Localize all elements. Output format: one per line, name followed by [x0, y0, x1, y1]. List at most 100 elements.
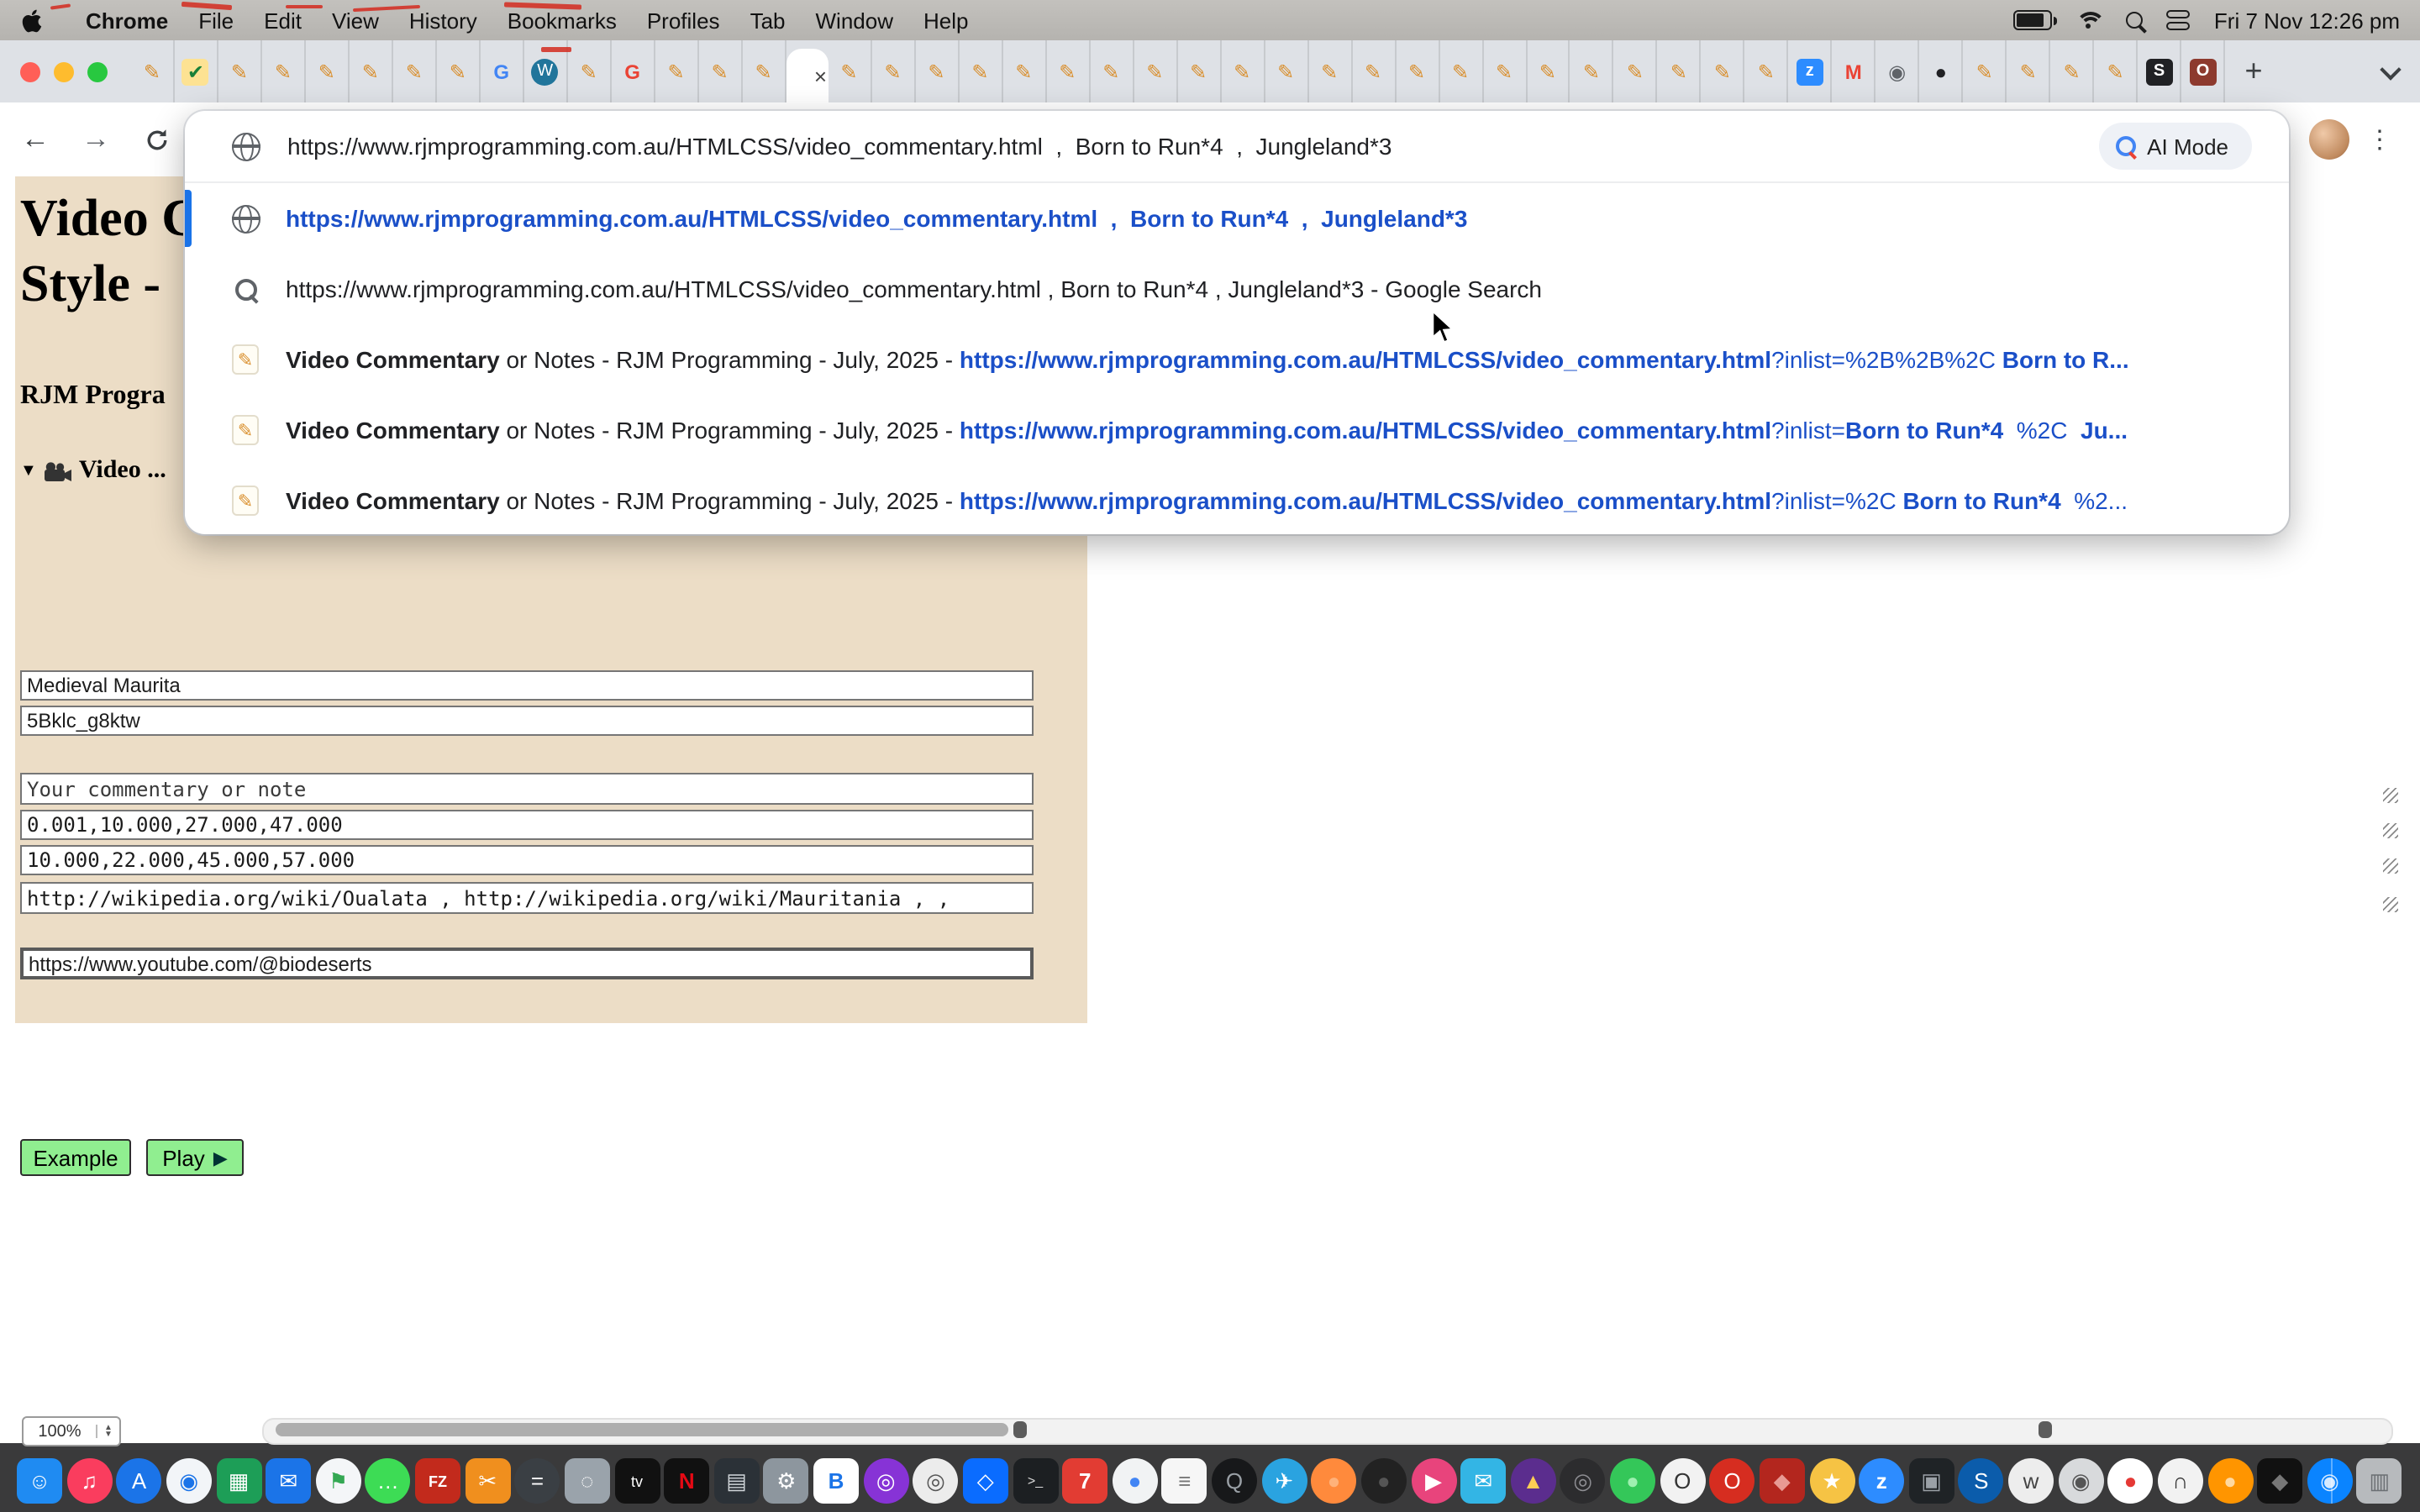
dock-app-icon[interactable]: A [117, 1458, 162, 1504]
resize-grip-icon[interactable] [2383, 788, 2398, 803]
end-times-input[interactable] [20, 845, 1034, 875]
url-input[interactable]: https://www.rjmprogramming.com.au/HTMLCS… [287, 133, 2289, 160]
dock-app-icon[interactable]: Q [1212, 1458, 1257, 1504]
video-title-input[interactable] [20, 670, 1034, 701]
details-summary[interactable]: ▼ Video ... [20, 457, 166, 486]
browser-tab[interactable]: M [1833, 40, 1876, 102]
reload-button[interactable] [131, 114, 182, 165]
menu-item-history[interactable]: History [394, 8, 492, 33]
dock-app-icon[interactable]: ◎ [863, 1458, 908, 1504]
dock-app-icon[interactable]: O [1660, 1458, 1705, 1504]
browser-tab[interactable]: ✎ [1046, 40, 1090, 102]
play-button[interactable]: Play ▶ [146, 1139, 244, 1176]
browser-tab[interactable]: ✎ [1352, 40, 1396, 102]
suggestion-row-history-2[interactable]: Video Commentary or Notes - RJM Programm… [185, 395, 2289, 465]
dock-app-icon[interactable]: ♫ [66, 1458, 112, 1504]
example-button[interactable]: Example [20, 1139, 131, 1176]
dock-app-icon[interactable]: ● [1610, 1458, 1655, 1504]
dock-app-icon[interactable]: w [2008, 1458, 2054, 1504]
browser-tab[interactable]: ✎ [2095, 40, 2139, 102]
disclosure-triangle-icon[interactable]: ▼ [20, 462, 37, 480]
menu-item-help[interactable]: Help [908, 8, 984, 33]
menu-item-file[interactable]: File [183, 8, 249, 33]
browser-tab[interactable]: ✎ [1570, 40, 1614, 102]
channel-url-input[interactable] [20, 948, 1034, 979]
dock-app-icon[interactable]: ● [1113, 1458, 1158, 1504]
dock-app-icon[interactable]: S [1959, 1458, 2004, 1504]
browser-tab[interactable]: ✎ [1702, 40, 1745, 102]
browser-tab[interactable]: ✎ [437, 40, 481, 102]
start-times-input[interactable] [20, 810, 1034, 840]
dock-app-icon[interactable]: O [1710, 1458, 1755, 1504]
dock-app-icon[interactable]: >_ [1013, 1458, 1058, 1504]
menu-item-edit[interactable]: Edit [249, 8, 317, 33]
links-textarea[interactable] [20, 882, 1034, 914]
dock-app-icon[interactable]: ● [2207, 1458, 2253, 1504]
dock-app-icon[interactable]: … [366, 1458, 411, 1504]
resize-grip-icon[interactable] [2383, 897, 2398, 912]
browser-tab[interactable]: ✎ [1527, 40, 1570, 102]
dock-app-icon[interactable]: ▲ [1511, 1458, 1556, 1504]
control-center-icon[interactable] [2167, 10, 2191, 30]
suggestion-row-url[interactable]: https://www.rjmprogramming.com.au/HTMLCS… [185, 183, 2289, 254]
video-id-input[interactable] [20, 706, 1034, 736]
dock-app-icon[interactable]: ◌ [565, 1458, 610, 1504]
browser-tab[interactable]: ✎ [2051, 40, 2095, 102]
menu-item-bookmarks[interactable]: Bookmarks [492, 8, 632, 33]
ai-mode-button[interactable]: AI Mode [2098, 123, 2252, 170]
dock-app-icon[interactable]: ✂ [465, 1458, 510, 1504]
dock-app-icon[interactable]: FZ [415, 1458, 460, 1504]
browser-tab[interactable]: G [481, 40, 524, 102]
browser-tab[interactable]: ✎ [743, 40, 786, 102]
dock-app-icon[interactable]: tv [614, 1458, 660, 1504]
menu-item-window[interactable]: Window [801, 8, 909, 33]
zoom-stepper[interactable]: ▲▼ [96, 1425, 119, 1438]
browser-tab[interactable]: ✎ [915, 40, 959, 102]
browser-tab[interactable]: ✎ [1614, 40, 1658, 102]
browser-tab[interactable]: ✎ [1090, 40, 1134, 102]
horizontal-scrollbar[interactable] [262, 1418, 2393, 1445]
tab-search-chevron-icon[interactable] [2376, 59, 2403, 86]
suggestion-row-search[interactable]: https://www.rjmprogramming.com.au/HTMLCS… [185, 254, 2289, 324]
browser-tab[interactable]: ✎ [829, 40, 872, 102]
dock-app-icon[interactable]: ● [1312, 1458, 1357, 1504]
dock-app-icon[interactable]: N [664, 1458, 709, 1504]
menu-item-profiles[interactable]: Profiles [632, 8, 735, 33]
browser-tab[interactable]: × [786, 49, 829, 102]
browser-tab[interactable]: ✎ [1439, 40, 1483, 102]
browser-tab[interactable]: ✎ [1308, 40, 1352, 102]
wifi-icon[interactable] [2076, 10, 2103, 30]
suggestion-row-history-3[interactable]: Video Commentary or Notes - RJM Programm… [185, 465, 2289, 534]
dock-app-icon[interactable]: ◇ [963, 1458, 1008, 1504]
dock-app-icon[interactable]: ◎ [913, 1458, 959, 1504]
browser-tab[interactable]: ◉ [1876, 40, 1920, 102]
dock-app-icon[interactable]: ◎ [1560, 1458, 1606, 1504]
dock-app-icon[interactable]: ● [1361, 1458, 1407, 1504]
suggestion-row-history-1[interactable]: Video Commentary or Notes - RJM Programm… [185, 324, 2289, 395]
dock-app-icon[interactable]: ⚑ [316, 1458, 361, 1504]
dock-app-icon[interactable]: ▣ [1909, 1458, 1954, 1504]
browser-tab[interactable]: ● [1920, 40, 1964, 102]
dock-app-icon[interactable]: ◉ [2307, 1458, 2353, 1504]
browser-tab[interactable]: O [2182, 40, 2225, 102]
menu-bar-clock[interactable]: Fri 7 Nov 12:26 pm [2214, 8, 2400, 33]
browser-tab[interactable]: ✎ [655, 40, 699, 102]
browser-menu-icon[interactable]: ⋮ [2363, 119, 2396, 160]
dock-app-icon[interactable]: ◆ [1760, 1458, 1805, 1504]
dock-app-icon[interactable]: ◉ [166, 1458, 212, 1504]
battery-icon[interactable] [2014, 10, 2053, 30]
browser-tab[interactable]: G [612, 40, 655, 102]
dock-app-icon[interactable]: ☺ [17, 1458, 62, 1504]
dock-app-icon[interactable]: ≡ [1162, 1458, 1207, 1504]
minimize-window-button[interactable] [54, 61, 74, 81]
browser-tab[interactable]: ✎ [350, 40, 393, 102]
browser-tab[interactable]: S [2139, 40, 2182, 102]
resize-grip-icon[interactable] [2383, 823, 2398, 838]
dock-app-icon[interactable]: ✉ [266, 1458, 311, 1504]
browser-tab[interactable]: ✎ [1745, 40, 1789, 102]
menu-item-tab[interactable]: Tab [735, 8, 801, 33]
browser-tab[interactable]: ✎ [2007, 40, 2051, 102]
new-tab-button[interactable]: + [2232, 50, 2275, 93]
browser-tab[interactable]: ✎ [306, 40, 350, 102]
dock-app-icon[interactable]: ● [2108, 1458, 2154, 1504]
